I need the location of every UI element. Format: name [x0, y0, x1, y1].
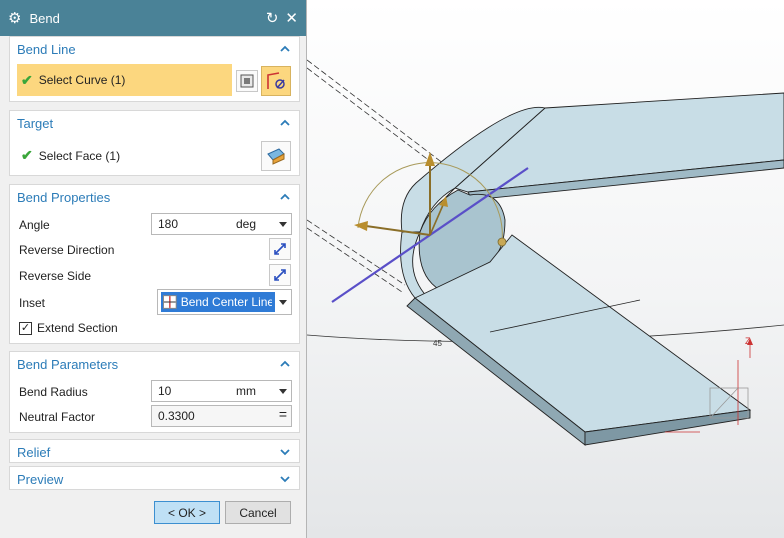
sketch-section-icon[interactable] — [261, 66, 291, 96]
reverse-direction-icon[interactable] — [269, 238, 291, 260]
equals-icon[interactable]: = — [279, 406, 287, 422]
section-title: Preview — [17, 471, 64, 487]
section-header-bend-parameters[interactable]: Bend Parameters — [10, 352, 299, 376]
chevron-down-icon[interactable] — [279, 473, 291, 485]
section-header-target[interactable]: Target — [10, 111, 299, 135]
chevron-up-icon[interactable] — [279, 358, 291, 370]
chevron-down-icon[interactable] — [279, 300, 287, 305]
bend-radius-label: Bend Radius — [19, 385, 88, 399]
bend-radius-input[interactable]: 10 mm — [151, 380, 292, 402]
section-bend-parameters: Bend Parameters Bend Radius 10 mm Neutra… — [9, 351, 300, 433]
reset-icon[interactable]: ↻ — [266, 9, 279, 27]
bend-dialog: ⚙ Bend ↻ ✕ Bend Line ✔ Select Curve (1) … — [0, 0, 307, 538]
neutral-factor-label: Neutral Factor — [19, 410, 96, 424]
select-curve-row[interactable]: ✔ Select Curve (1) — [17, 64, 232, 96]
check-icon: ✔ — [21, 147, 33, 163]
dialog-title-bar[interactable]: ⚙ Bend ↻ ✕ — [0, 0, 306, 36]
section-title: Bend Parameters — [17, 356, 119, 372]
cancel-button[interactable]: Cancel — [225, 501, 291, 524]
section-title: Bend Line — [17, 41, 76, 57]
bend-radius-unit: mm — [236, 384, 256, 398]
extend-section-checkbox[interactable]: ✓ — [19, 321, 32, 335]
section-bend-line: Bend Line ✔ Select Curve (1) — [9, 36, 300, 102]
reverse-side-icon[interactable] — [269, 264, 291, 286]
section-title: Relief — [17, 444, 51, 460]
section-header-bend-line[interactable]: Bend Line — [10, 37, 299, 61]
section-target: Target ✔ Select Face (1) — [9, 110, 300, 176]
angle-input[interactable]: 180 deg — [151, 213, 292, 235]
reverse-side-label: Reverse Side — [19, 269, 92, 283]
bend-radius-value: 10 — [158, 384, 172, 398]
neutral-factor-input[interactable]: 0.3300 = — [151, 405, 292, 427]
section-preview: Preview — [9, 466, 300, 490]
chevron-up-icon[interactable] — [279, 43, 291, 55]
rotate-handle-knob[interactable] — [497, 237, 507, 247]
bend-center-line-icon — [163, 295, 177, 309]
angle-value: 180 — [158, 217, 179, 231]
inset-label: Inset — [19, 296, 46, 310]
section-bend-properties: Bend Properties Angle 180 deg Reverse Di… — [9, 184, 300, 344]
check-icon: ✔ — [21, 71, 33, 88]
extend-section-row[interactable]: ✓ Extend Section — [19, 321, 118, 335]
curve-rule-icon[interactable] — [236, 70, 258, 92]
angle-label: Angle — [19, 218, 50, 232]
select-face-label: Select Face (1) — [38, 148, 121, 163]
section-header-relief[interactable]: Relief — [10, 440, 299, 464]
angle-unit: deg — [236, 217, 257, 231]
ok-button[interactable]: < OK > — [154, 501, 220, 524]
chevron-down-icon[interactable] — [279, 446, 291, 458]
face-select-icon[interactable] — [261, 141, 291, 171]
dialog-title: Bend — [29, 10, 60, 26]
select-face-row[interactable]: ✔ Select Face (1) — [21, 147, 120, 164]
inset-select[interactable]: Bend Center Line — [157, 289, 292, 315]
z-axis-label: Z — [745, 336, 751, 346]
chevron-up-icon[interactable] — [279, 117, 291, 129]
section-header-preview[interactable]: Preview — [10, 467, 299, 491]
dimension-text: 45 — [433, 339, 442, 348]
chevron-down-icon[interactable] — [279, 222, 287, 227]
chevron-up-icon[interactable] — [279, 191, 291, 203]
inset-value: Bend Center Line — [180, 295, 272, 309]
section-relief: Relief — [9, 439, 300, 463]
model-view: 45 Z — [307, 59, 784, 446]
select-curve-label: Select Curve (1) — [38, 73, 126, 87]
gear-icon: ⚙ — [8, 9, 22, 27]
chevron-down-icon[interactable] — [279, 389, 287, 394]
reverse-direction-label: Reverse Direction — [19, 243, 115, 257]
close-icon[interactable]: ✕ — [285, 9, 298, 27]
section-title: Target — [17, 115, 54, 131]
graphics-viewport[interactable]: 45 Z — [307, 0, 784, 538]
neutral-factor-value: 0.3300 — [158, 409, 195, 423]
section-header-bend-properties[interactable]: Bend Properties — [10, 185, 299, 209]
extend-section-label: Extend Section — [37, 321, 118, 335]
section-title: Bend Properties — [17, 189, 111, 205]
